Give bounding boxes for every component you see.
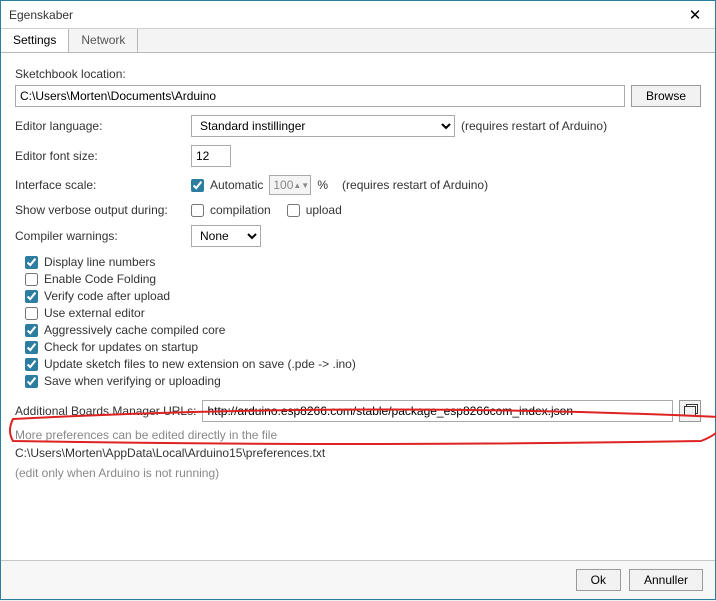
agg-cache-label: Aggressively cache compiled core bbox=[44, 323, 225, 337]
code-folding-label: Enable Code Folding bbox=[44, 272, 156, 286]
verify-upload-label: Verify code after upload bbox=[44, 289, 170, 303]
editor-fontsize-label: Editor font size: bbox=[15, 149, 185, 163]
automatic-label: Automatic bbox=[210, 178, 263, 192]
display-line-checkbox[interactable] bbox=[25, 256, 38, 269]
window-title: Egenskaber bbox=[9, 8, 683, 22]
code-folding-checkbox[interactable] bbox=[25, 273, 38, 286]
compilation-checkbox[interactable] bbox=[191, 204, 204, 217]
upload-label: upload bbox=[306, 203, 342, 217]
dialog-footer: Ok Annuller bbox=[1, 560, 715, 599]
percent-label: % bbox=[317, 178, 328, 192]
boards-urls-label: Additional Boards Manager URLs: bbox=[15, 404, 196, 418]
external-editor-checkbox[interactable] bbox=[25, 307, 38, 320]
compiler-warnings-label: Compiler warnings: bbox=[15, 229, 185, 243]
automatic-checkbox[interactable] bbox=[191, 179, 204, 192]
verify-upload-checkbox[interactable] bbox=[25, 290, 38, 303]
close-icon[interactable]: ✕ bbox=[683, 6, 707, 24]
titlebar: Egenskaber ✕ bbox=[1, 1, 715, 29]
sketchbook-path-input[interactable] bbox=[15, 85, 625, 107]
editor-fontsize-input[interactable] bbox=[191, 145, 231, 167]
compiler-warnings-select[interactable]: None bbox=[191, 225, 261, 247]
boards-urls-expand-button[interactable] bbox=[679, 400, 701, 422]
edit-only-note: (edit only when Arduino is not running) bbox=[15, 466, 701, 480]
prefs-path: C:\Users\Morten\AppData\Local\Arduino15\… bbox=[15, 446, 701, 460]
ok-button[interactable]: Ok bbox=[576, 569, 621, 591]
check-updates-label: Check for updates on startup bbox=[44, 340, 198, 354]
cancel-button[interactable]: Annuller bbox=[629, 569, 703, 591]
tabs: Settings Network bbox=[1, 29, 715, 53]
scale-spinner[interactable]: 100▲▼ bbox=[269, 175, 311, 195]
more-prefs-note: More preferences can be edited directly … bbox=[15, 428, 701, 442]
restart-note-2: (requires restart of Arduino) bbox=[342, 178, 488, 192]
external-editor-label: Use external editor bbox=[44, 306, 145, 320]
interface-scale-label: Interface scale: bbox=[15, 178, 185, 192]
save-verify-checkbox[interactable] bbox=[25, 375, 38, 388]
update-ext-checkbox[interactable] bbox=[25, 358, 38, 371]
verbose-label: Show verbose output during: bbox=[15, 203, 185, 217]
save-verify-label: Save when verifying or uploading bbox=[44, 374, 221, 388]
display-line-label: Display line numbers bbox=[44, 255, 155, 269]
preferences-dialog: Egenskaber ✕ Settings Network Sketchbook… bbox=[0, 0, 716, 600]
window-icon bbox=[684, 406, 696, 416]
boards-urls-input[interactable] bbox=[202, 400, 673, 422]
restart-note-1: (requires restart of Arduino) bbox=[461, 119, 607, 133]
upload-checkbox[interactable] bbox=[287, 204, 300, 217]
browse-button[interactable]: Browse bbox=[631, 85, 701, 107]
sketchbook-label: Sketchbook location: bbox=[15, 67, 701, 81]
compilation-label: compilation bbox=[210, 203, 271, 217]
agg-cache-checkbox[interactable] bbox=[25, 324, 38, 337]
tab-settings[interactable]: Settings bbox=[1, 29, 69, 52]
check-updates-checkbox[interactable] bbox=[25, 341, 38, 354]
settings-panel: Sketchbook location: Browse Editor langu… bbox=[1, 53, 715, 560]
update-ext-label: Update sketch files to new extension on … bbox=[44, 357, 356, 371]
tab-network[interactable]: Network bbox=[69, 29, 138, 52]
editor-language-label: Editor language: bbox=[15, 119, 185, 133]
editor-language-select[interactable]: Standard instillinger bbox=[191, 115, 455, 137]
